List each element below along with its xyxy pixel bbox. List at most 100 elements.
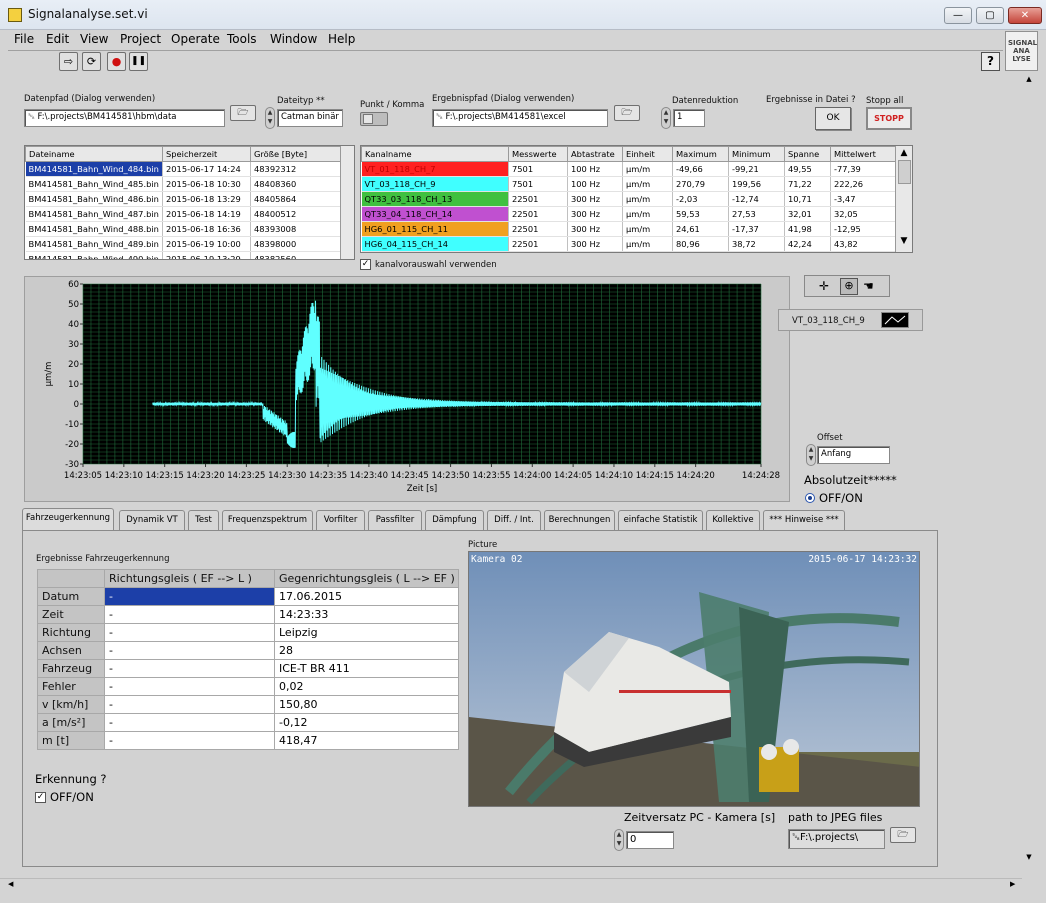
stopp-button[interactable]: STOPP [866, 107, 912, 130]
absolutzeit-radio[interactable] [805, 493, 815, 503]
column-header[interactable]: Einheit [622, 146, 673, 162]
tab-kollektive[interactable]: Kollektive [706, 510, 760, 530]
table-cell: 28 [274, 641, 459, 660]
table-row[interactable]: QT33_04_118_CH_14 22501 300 Hz µm/m 59,53 27,… [361, 206, 896, 222]
maximize-button[interactable]: ▢ [976, 7, 1004, 24]
offset-select[interactable]: Anfang [817, 446, 890, 464]
browse-folder-icon[interactable]: 🗁 [230, 105, 256, 121]
offset-stepper-icon[interactable]: ▲ ▼ [806, 444, 816, 466]
column-header[interactable]: Mittelwert [830, 146, 896, 162]
scroll-down-icon[interactable]: ▼ [1022, 853, 1036, 861]
abort-execution-icon[interactable]: ● [107, 52, 126, 71]
column-header[interactable]: Maximum [672, 146, 729, 162]
browse-folder-icon[interactable]: 🗁 [890, 827, 916, 843]
tab-berechnungen[interactable]: Berechnungen [544, 510, 615, 530]
column-header[interactable]: Größe [Byte] [250, 146, 342, 162]
close-button[interactable]: ✕ [1008, 7, 1042, 24]
jpeg-path-field[interactable]: ␚F:\.projects\ [788, 829, 885, 849]
column-header[interactable]: Speicherzeit [162, 146, 251, 162]
tab-diff-int[interactable]: Diff. / Int. [487, 510, 541, 530]
run-continuously-icon[interactable]: ⟳ [82, 52, 101, 71]
zoom-icon[interactable]: ⊕ [840, 278, 858, 295]
column-header[interactable]: Spanne [784, 146, 831, 162]
table-cell: 17.06.2015 [274, 587, 459, 606]
menu-operate[interactable]: Operate [171, 32, 220, 46]
ok-button[interactable]: OK [815, 107, 851, 130]
horizontal-scrollbar[interactable]: ◀ ▶ [0, 878, 1022, 892]
waveform-plot[interactable]: 6050403020100-10-20-3014:23:05 14:23:10 14… [25, 277, 791, 503]
table-row: Datum -17.06.2015 [37, 587, 459, 606]
table-cell: 71,22 [784, 176, 831, 192]
erkennung-checkbox[interactable]: ✓ [35, 792, 46, 803]
ergebnispfad-field[interactable]: ␚ F:\.projects\BM414581\excel [432, 109, 608, 127]
menu-file[interactable]: File [14, 32, 34, 46]
menu-window[interactable]: Window [270, 32, 317, 46]
tab-hinweise[interactable]: *** Hinweise *** [763, 510, 845, 530]
scroll-up-icon[interactable]: ▲ [896, 148, 912, 158]
channel-list-scrollbar[interactable]: ▲ ▼ [895, 146, 912, 252]
table-row[interactable]: BM414581_Bahn_Wind_490.bin 2015-06-19 13:… [25, 251, 342, 259]
table-row[interactable]: BM414581_Bahn_Wind_486.bin 2015-06-18 13:… [25, 191, 342, 207]
datenreduktion-field[interactable]: 1 [673, 109, 705, 127]
table-row[interactable]: BM414581_Bahn_Wind_488.bin 2015-06-18 16:… [25, 221, 342, 237]
column-header[interactable]: Minimum [728, 146, 785, 162]
table-row[interactable]: HG6_04_115_CH_14 22501 300 Hz µm/m 80,96 38,7… [361, 236, 896, 252]
tab-fahrzeugerkennung[interactable]: Fahrzeugerkennung [22, 508, 114, 530]
plot-legend[interactable]: VT_03_118_CH_9 [778, 309, 923, 331]
menu-project[interactable]: Project [120, 32, 161, 46]
pan-hand-icon[interactable]: ☚ [863, 279, 874, 293]
minimize-button[interactable]: — [944, 7, 972, 24]
context-help-icon[interactable]: ? [981, 52, 1000, 71]
datenreduktion-stepper-icon[interactable]: ▲ ▼ [661, 107, 671, 129]
table-row[interactable]: VT_03_118_CH_9 7501 100 Hz µm/m 270,79 199,56… [361, 176, 896, 192]
table-cell: 48382560 [250, 251, 342, 259]
datenreduktion-label: Datenreduktion [672, 96, 739, 106]
tab-einfache-statistik[interactable]: einfache Statistik [618, 510, 703, 530]
tab-test[interactable]: Test [188, 510, 219, 530]
x-tick-label: 14:23:15 [146, 471, 184, 481]
column-header[interactable]: Abtastrate [567, 146, 623, 162]
table-row[interactable]: BM414581_Bahn_Wind_485.bin 2015-06-18 10:… [25, 176, 342, 192]
table-row[interactable]: HG6_01_115_CH_11 22501 300 Hz µm/m 24,61 -17,… [361, 221, 896, 237]
menu-view[interactable]: View [80, 32, 108, 46]
dateityp-stepper-icon[interactable]: ▲ ▼ [265, 107, 275, 129]
scroll-down-icon[interactable]: ▼ [896, 236, 912, 246]
channel-list[interactable]: Kanalname Messwerte Abtastrate Einheit Maxim… [360, 145, 913, 253]
scroll-right-icon[interactable]: ▶ [1010, 880, 1015, 888]
tab-frequenzspektrum[interactable]: Frequenzspektrum [222, 510, 313, 530]
tab-vorfilter[interactable]: Vorfilter [316, 510, 365, 530]
column-header[interactable]: Kanalname [361, 146, 509, 162]
table-cell: 48405864 [250, 191, 342, 207]
menu-help[interactable]: Help [328, 32, 355, 46]
dateityp-select[interactable]: Catman binär [277, 109, 343, 127]
scroll-thumb[interactable] [897, 160, 911, 184]
zeitversatz-stepper-icon[interactable]: ▲ ▼ [614, 829, 624, 851]
file-list[interactable]: Dateiname Speicherzeit Größe [Byte] BM41… [24, 145, 355, 260]
menu-tools[interactable]: Tools [227, 32, 257, 46]
tab-passfilter[interactable]: Passfilter [368, 510, 422, 530]
menu-edit[interactable]: Edit [46, 32, 69, 46]
column-header[interactable]: Messwerte [508, 146, 568, 162]
datenpfad-field[interactable]: ␚ F:\.projects\BM414581\hbm\data [24, 109, 225, 127]
browse-folder-icon[interactable]: 🗁 [614, 105, 640, 121]
crosshair-cursor-icon[interactable]: ✛ [819, 279, 829, 293]
scroll-left-icon[interactable]: ◀ [8, 880, 13, 888]
kanalvorauswahl-checkbox[interactable]: ✓ [360, 259, 371, 270]
table-row[interactable]: QT33_03_118_CH_13 22501 300 Hz µm/m -2,03 -12… [361, 191, 896, 207]
table-cell: 48400512 [250, 206, 342, 222]
file-list-scrollbar[interactable] [340, 146, 354, 259]
punkt-komma-toggle[interactable] [360, 112, 388, 126]
tab-daempfung[interactable]: Dämpfung [425, 510, 484, 530]
pause-icon[interactable]: ❚❚ [129, 52, 148, 71]
table-row[interactable]: BM414581_Bahn_Wind_487.bin 2015-06-18 14:… [25, 206, 342, 222]
column-header[interactable]: Dateiname [25, 146, 163, 162]
table-cell: -3,47 [830, 191, 896, 207]
table-row[interactable]: VT_01_118_CH_7 7501 100 Hz µm/m -49,66 -99,21… [361, 161, 896, 177]
vertical-scrollbar[interactable]: ▲ ▼ [1022, 75, 1036, 875]
zeitversatz-field[interactable]: 0 [626, 831, 674, 849]
scroll-up-icon[interactable]: ▲ [1022, 75, 1036, 83]
table-row[interactable]: BM414581_Bahn_Wind_489.bin 2015-06-19 10:… [25, 236, 342, 252]
tab-dynamik-vt[interactable]: Dynamik VT [119, 510, 185, 530]
run-arrow-icon[interactable]: ⇨ [59, 52, 78, 71]
table-row[interactable]: BM414581_Bahn_Wind_484.bin 2015-06-17 14:… [25, 161, 342, 177]
